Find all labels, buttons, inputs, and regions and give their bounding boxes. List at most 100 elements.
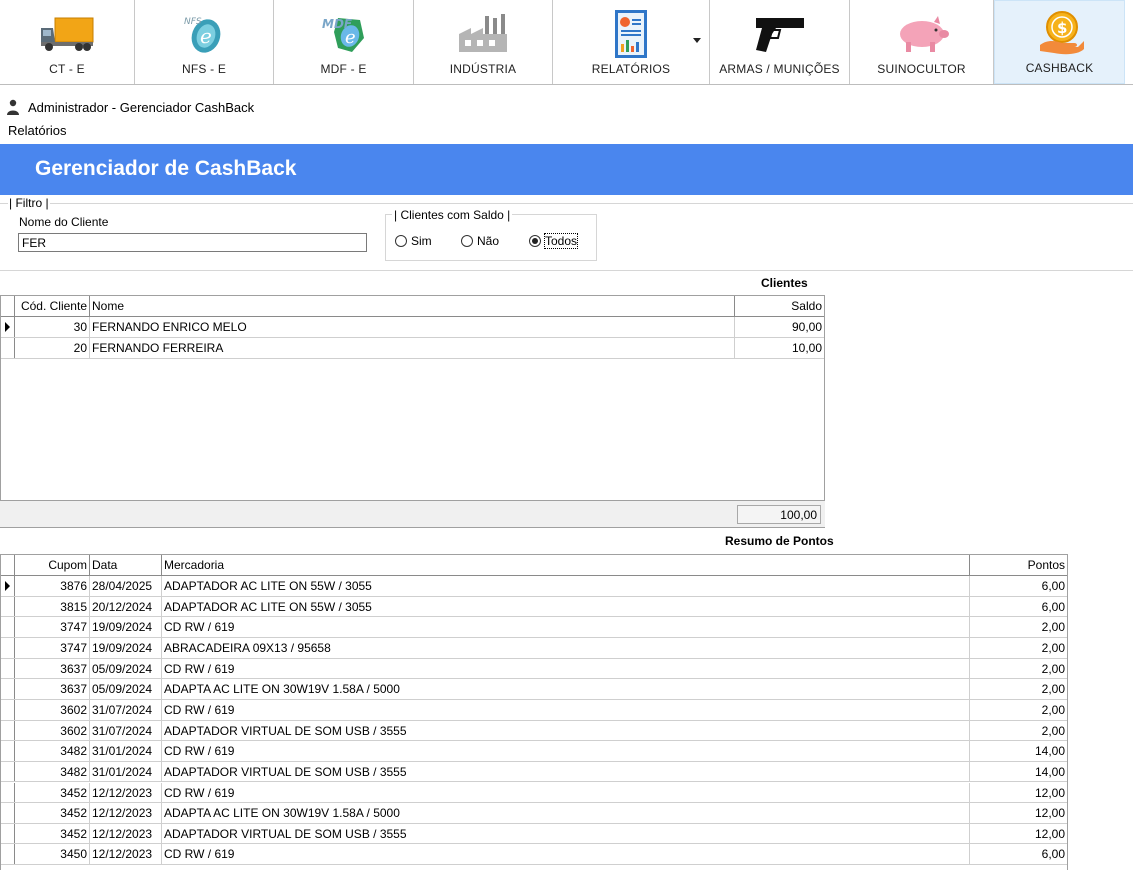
table-row[interactable]: 20 FERNANDO FERREIRA 10,00	[1, 338, 824, 359]
table-row[interactable]: 3815 20/12/2024 ADAPTADOR AC LITE ON 55W /…	[1, 596, 1067, 618]
cell-mercadoria[interactable]: ADAPTADOR VIRTUAL DE SOM USB / 3555	[162, 823, 970, 844]
cell-mercadoria[interactable]: CD RW / 619	[162, 741, 970, 761]
table-row[interactable]: 3482 31/01/2024 ADAPTADOR VIRTUAL DE SOM U…	[1, 761, 1067, 783]
cell-cupom[interactable]: 3637	[15, 679, 90, 699]
cell-pontos[interactable]: 2,00	[970, 700, 1067, 720]
radio-sim[interactable]: Sim	[395, 234, 432, 248]
col-cod-cliente[interactable]: Cód. Cliente	[15, 296, 90, 316]
cell-data[interactable]: 12/12/2023	[90, 782, 162, 803]
cell-cupom[interactable]: 3452	[15, 823, 90, 844]
table-row[interactable]: 3482 31/01/2024 CD RW / 619 14,00	[1, 741, 1067, 762]
table-row[interactable]: 3452 12/12/2023 CD RW / 619 12,00	[1, 782, 1067, 804]
cell-mercadoria[interactable]: ADAPTADOR VIRTUAL DE SOM USB / 3555	[162, 720, 970, 741]
cell-pontos[interactable]: 14,00	[970, 741, 1067, 761]
cell-mercadoria[interactable]: ADAPTA AC LITE ON 30W19V 1.58A / 5000	[162, 679, 970, 699]
nome-cliente-input[interactable]	[18, 233, 367, 252]
cell-pontos[interactable]: 2,00	[970, 721, 1067, 741]
cell-mercadoria[interactable]: ADAPTADOR VIRTUAL DE SOM USB / 3555	[162, 761, 970, 782]
cell-data[interactable]: 05/09/2024	[90, 658, 162, 679]
cell-pontos[interactable]: 14,00	[970, 762, 1067, 782]
cell-cupom[interactable]: 3482	[15, 761, 90, 782]
cell-cod[interactable]: 30	[15, 317, 90, 337]
cell-cod[interactable]: 20	[15, 338, 90, 358]
col-saldo[interactable]: Saldo	[735, 296, 824, 316]
cell-mercadoria[interactable]: CD RW / 619	[162, 782, 970, 803]
cell-data[interactable]: 12/12/2023	[90, 803, 162, 823]
cell-data[interactable]: 28/04/2025	[90, 576, 162, 596]
cell-data[interactable]: 12/12/2023	[90, 823, 162, 844]
cell-pontos[interactable]: 6,00	[970, 576, 1067, 596]
cell-cupom[interactable]: 3747	[15, 637, 90, 658]
table-row[interactable]: 3747 19/09/2024 CD RW / 619 2,00	[1, 617, 1067, 638]
col-data[interactable]: Data	[90, 555, 162, 575]
table-row[interactable]: 3876 28/04/2025 ADAPTADOR AC LITE ON 55W /…	[1, 576, 1067, 597]
cell-cupom[interactable]: 3602	[15, 699, 90, 720]
cell-pontos[interactable]: 2,00	[970, 617, 1067, 637]
cell-mercadoria[interactable]: ABRACADEIRA 09X13 / 95658	[162, 637, 970, 658]
cell-pontos[interactable]: 2,00	[970, 679, 1067, 699]
cell-pontos[interactable]: 6,00	[970, 597, 1067, 617]
table-row[interactable]: 3602 31/07/2024 CD RW / 619 2,00	[1, 699, 1067, 721]
toolbar-nfse-button[interactable]: e NFS NFS - E	[135, 0, 274, 84]
toolbar-cashback-button[interactable]: $ CASHBACK	[994, 0, 1125, 84]
toolbar-relatorios-button[interactable]: RELATÓRIOS	[553, 0, 710, 84]
cell-pontos[interactable]: 6,00	[970, 844, 1067, 864]
toolbar-suinocultor-button[interactable]: SUINOCULTOR	[850, 0, 994, 84]
table-row[interactable]: 3747 19/09/2024 ABRACADEIRA 09X13 / 95658 2…	[1, 637, 1067, 659]
table-row[interactable]: 3637 05/09/2024 ADAPTA AC LITE ON 30W19V 1…	[1, 679, 1067, 700]
col-cupom[interactable]: Cupom	[15, 555, 90, 575]
cell-saldo[interactable]: 90,00	[735, 317, 824, 337]
radio-todos[interactable]: Todos	[529, 233, 579, 249]
toolbar-industria-button[interactable]: INDÚSTRIA	[414, 0, 553, 84]
col-nome[interactable]: Nome	[90, 296, 735, 316]
cell-cupom[interactable]: 3452	[15, 803, 90, 823]
cell-mercadoria[interactable]: CD RW / 619	[162, 658, 970, 679]
pontos-grid[interactable]: Cupom Data Mercadoria Pontos 3876 28/04/2…	[0, 554, 1068, 870]
cell-pontos[interactable]: 2,00	[970, 638, 1067, 658]
table-row[interactable]: 3452 12/12/2023 ADAPTADOR VIRTUAL DE SOM U…	[1, 823, 1067, 845]
cell-data[interactable]: 12/12/2023	[90, 844, 162, 865]
cell-pontos[interactable]: 2,00	[970, 659, 1067, 679]
cell-data[interactable]: 31/07/2024	[90, 699, 162, 720]
cell-data[interactable]: 20/12/2024	[90, 596, 162, 617]
cell-pontos[interactable]: 12,00	[970, 803, 1067, 823]
cell-cupom[interactable]: 3815	[15, 596, 90, 617]
cell-data[interactable]: 31/07/2024	[90, 720, 162, 741]
cell-mercadoria[interactable]: CD RW / 619	[162, 617, 970, 637]
cell-cupom[interactable]: 3637	[15, 658, 90, 679]
cell-mercadoria[interactable]: CD RW / 619	[162, 844, 970, 865]
cell-cupom[interactable]: 3450	[15, 844, 90, 865]
table-row[interactable]: 3637 05/09/2024 CD RW / 619 2,00	[1, 658, 1067, 680]
radio-todos-circle[interactable]	[529, 235, 541, 247]
cell-data[interactable]: 05/09/2024	[90, 679, 162, 699]
dropdown-arrow-icon[interactable]	[693, 38, 701, 43]
table-row[interactable]: 3452 12/12/2023 ADAPTA AC LITE ON 30W19V 1…	[1, 803, 1067, 824]
toolbar-mdfe-button[interactable]: e MDF MDF - E	[274, 0, 414, 84]
menu-relatorios[interactable]: Relatórios	[8, 123, 67, 138]
clientes-grid[interactable]: Cód. Cliente Nome Saldo 30 FERNANDO ENRI…	[0, 295, 825, 501]
cell-cupom[interactable]: 3747	[15, 617, 90, 637]
toolbar-cte-button[interactable]: CT - E	[0, 0, 135, 84]
cell-cupom[interactable]: 3602	[15, 720, 90, 741]
cell-mercadoria[interactable]: CD RW / 619	[162, 699, 970, 720]
cell-pontos[interactable]: 12,00	[970, 824, 1067, 844]
cell-data[interactable]: 19/09/2024	[90, 617, 162, 637]
cell-mercadoria[interactable]: ADAPTADOR AC LITE ON 55W / 3055	[162, 596, 970, 617]
radio-nao[interactable]: Não	[461, 234, 499, 248]
table-row[interactable]: 3450 12/12/2023 CD RW / 619 6,00	[1, 844, 1067, 866]
cell-cupom[interactable]: 3452	[15, 782, 90, 803]
cell-nome[interactable]: FERNANDO FERREIRA	[90, 338, 735, 358]
cell-mercadoria[interactable]: ADAPTA AC LITE ON 30W19V 1.58A / 5000	[162, 803, 970, 823]
radio-sim-circle[interactable]	[395, 235, 407, 247]
table-row[interactable]: 3602 31/07/2024 ADAPTADOR VIRTUAL DE SOM U…	[1, 720, 1067, 742]
cell-cupom[interactable]: 3482	[15, 741, 90, 761]
cell-data[interactable]: 31/01/2024	[90, 741, 162, 761]
cell-pontos[interactable]: 12,00	[970, 783, 1067, 803]
cell-mercadoria[interactable]: ADAPTADOR AC LITE ON 55W / 3055	[162, 576, 970, 596]
col-mercadoria[interactable]: Mercadoria	[162, 555, 970, 575]
cell-data[interactable]: 19/09/2024	[90, 637, 162, 658]
cell-data[interactable]: 31/01/2024	[90, 761, 162, 782]
table-row[interactable]: 30 FERNANDO ENRICO MELO 90,00	[1, 317, 824, 338]
cell-nome[interactable]: FERNANDO ENRICO MELO	[90, 317, 735, 337]
cell-saldo[interactable]: 10,00	[735, 338, 824, 358]
